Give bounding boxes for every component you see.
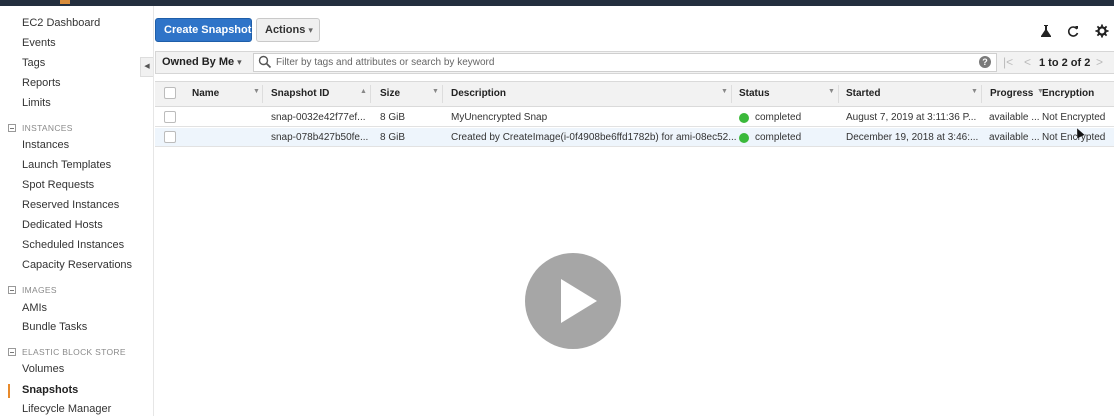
column-header-started[interactable]: Started <box>846 88 880 99</box>
sort-icon: ▼ <box>721 88 728 95</box>
sidebar-item-events[interactable]: Events <box>22 37 56 49</box>
collapse-section-icon <box>8 286 16 294</box>
cell-size: 8 GiB <box>380 112 406 123</box>
cell-progress: available ... <box>989 112 1040 123</box>
sidebar-item-reserved-instances[interactable]: Reserved Instances <box>22 199 119 211</box>
search-icon <box>258 55 272 69</box>
column-header-status[interactable]: Status <box>739 88 770 99</box>
sidebar-item-instances[interactable]: Instances <box>22 139 69 151</box>
cell-encryption: Not Encrypted <box>1042 112 1106 123</box>
sidebar-item-amis[interactable]: AMIs <box>22 302 47 314</box>
cell-size: 8 GiB <box>380 132 406 143</box>
sort-icon: ▼ <box>432 88 439 95</box>
sidebar-item-limits[interactable]: Limits <box>22 97 51 109</box>
column-header-snapshot-id[interactable]: Snapshot ID <box>271 88 329 99</box>
actions-label: Actions <box>265 24 306 36</box>
cell-encryption: Not Encrypted <box>1042 132 1106 143</box>
create-snapshot-button[interactable]: Create Snapshot <box>155 18 252 42</box>
column-header-name[interactable]: Name <box>192 88 219 99</box>
previous-page-icon[interactable]: < <box>1024 55 1031 69</box>
sidebar-item-scheduled-instances[interactable]: Scheduled Instances <box>22 239 124 251</box>
column-header-progress[interactable]: Progress <box>990 88 1033 99</box>
play-button-icon[interactable] <box>525 253 621 349</box>
sidebar-item-dedicated-hosts[interactable]: Dedicated Hosts <box>22 219 103 231</box>
actions-button[interactable]: Actions ▾ <box>256 18 320 42</box>
top-navigation-bar <box>0 0 1114 6</box>
sidebar-item-tags[interactable]: Tags <box>22 57 45 69</box>
gear-icon[interactable] <box>1095 24 1109 38</box>
cell-description: Created by CreateImage(i-0f4908be6ffd178… <box>451 132 737 143</box>
section-title: INSTANCES <box>22 123 73 133</box>
sidebar-divider <box>153 6 154 416</box>
sort-icon: ▼ <box>253 88 260 95</box>
next-page-icon[interactable]: > <box>1096 55 1103 69</box>
cell-progress: available ... <box>989 132 1040 143</box>
row-checkbox[interactable] <box>164 111 176 123</box>
sidebar-item-ec2-dashboard[interactable]: EC2 Dashboard <box>22 17 100 29</box>
sidebar-item-spot-requests[interactable]: Spot Requests <box>22 179 94 191</box>
cell-status: completed <box>755 112 802 123</box>
column-divider <box>731 85 732 103</box>
chevron-down-icon: ▾ <box>237 57 242 67</box>
cell-started: August 7, 2019 at 3:11:36 P... <box>846 112 977 123</box>
cell-snapshot-id: snap-0032e42f77ef... <box>271 112 366 123</box>
section-instances[interactable]: INSTANCES <box>8 123 73 133</box>
cell-status: completed <box>755 132 802 143</box>
owned-by-label: Owned By Me <box>162 56 235 68</box>
section-title: IMAGES <box>22 285 57 295</box>
section-images[interactable]: IMAGES <box>8 285 57 295</box>
pagination-text: 1 to 2 of 2 <box>1039 57 1091 69</box>
column-header-size[interactable]: Size <box>380 88 400 99</box>
sort-icon: ▼ <box>971 88 978 95</box>
sort-ascending-icon: ▲ <box>360 88 367 95</box>
chevron-left-icon: ◀ <box>144 63 150 70</box>
column-divider <box>370 85 371 103</box>
active-item-marker <box>8 384 10 398</box>
section-title: ELASTIC BLOCK STORE <box>22 347 126 357</box>
column-divider <box>442 85 443 103</box>
column-divider <box>262 85 263 103</box>
section-elastic-block-store[interactable]: ELASTIC BLOCK STORE <box>8 347 126 357</box>
sidebar-item-volumes[interactable]: Volumes <box>22 363 64 375</box>
refresh-icon[interactable] <box>1066 24 1080 38</box>
chevron-down-icon: ▾ <box>308 25 313 35</box>
cell-started: December 19, 2018 at 3:46:... <box>846 132 979 143</box>
search-input[interactable] <box>276 54 976 71</box>
collapse-sidebar-button[interactable]: ◀ <box>140 57 153 77</box>
top-bar-accent <box>60 0 70 4</box>
cell-description: MyUnencrypted Snap <box>451 112 548 123</box>
sidebar-item-launch-templates[interactable]: Launch Templates <box>22 159 111 171</box>
column-divider <box>981 85 982 103</box>
sidebar-item-lifecycle-manager[interactable]: Lifecycle Manager <box>22 403 111 415</box>
cell-snapshot-id: snap-078b427b50fe... <box>271 132 369 143</box>
select-all-checkbox[interactable] <box>164 87 176 99</box>
column-header-description[interactable]: Description <box>451 88 506 99</box>
collapse-section-icon <box>8 348 16 356</box>
row-checkbox[interactable] <box>164 131 176 143</box>
status-completed-icon <box>739 133 749 143</box>
help-icon[interactable]: ? <box>979 56 991 68</box>
status-completed-icon <box>739 113 749 123</box>
sort-icon: ▼ <box>828 88 835 95</box>
sidebar-item-snapshots[interactable]: Snapshots <box>22 384 78 396</box>
column-divider <box>838 85 839 103</box>
column-header-encryption[interactable]: Encryption <box>1042 88 1094 99</box>
collapse-section-icon <box>8 124 16 132</box>
sidebar-item-bundle-tasks[interactable]: Bundle Tasks <box>22 321 87 333</box>
first-page-icon[interactable]: |< <box>1003 55 1013 69</box>
sidebar-item-reports[interactable]: Reports <box>22 77 61 89</box>
sidebar-item-capacity-reservations[interactable]: Capacity Reservations <box>22 259 132 271</box>
flask-icon[interactable] <box>1039 24 1053 38</box>
owned-by-dropdown[interactable]: Owned By Me ▾ <box>162 56 242 68</box>
